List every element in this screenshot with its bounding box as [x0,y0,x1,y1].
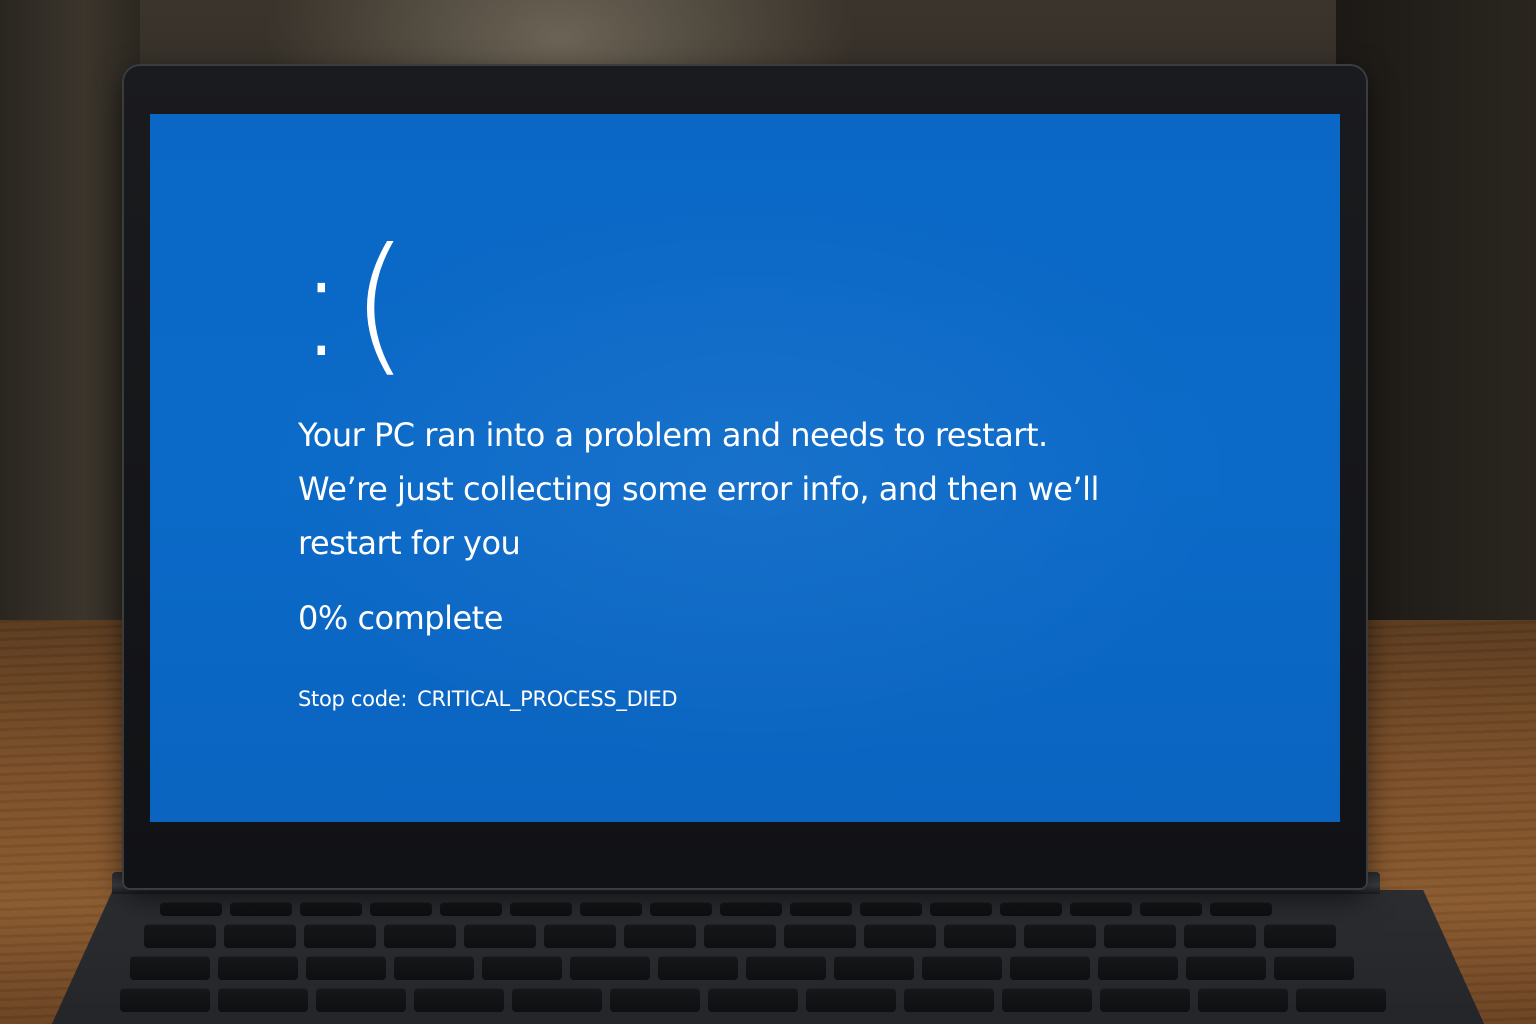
keyboard-key [658,956,738,980]
keyboard-key [544,924,616,948]
keyboard-key [1210,902,1272,916]
keyboard-key [304,924,376,948]
keyboard-key [218,988,308,1012]
keyboard-key [384,924,456,948]
photo-scene: :( Your PC ran into a problem and needs … [0,0,1536,1024]
stop-code-value: CRITICAL_PROCESS_DIED [417,687,678,711]
keyboard-key [570,956,650,980]
keyboard-key [790,902,852,916]
keyboard-key [746,956,826,980]
keyboard-key [610,988,700,1012]
keyboard-key [300,902,362,916]
keyboard-key [1010,956,1090,980]
keyboard-row [160,902,1272,916]
keyboard-key [1104,924,1176,948]
bsod-screen: :( Your PC ran into a problem and needs … [150,114,1340,822]
keyboard-key [482,956,562,980]
keyboard-key [708,988,798,1012]
keyboard-key [1024,924,1096,948]
progress-percent: 0% complete [298,599,503,637]
keyboard-key [306,956,386,980]
keyboard-key [904,988,994,1012]
keyboard-key [512,988,602,1012]
keyboard-key [1098,956,1178,980]
keyboard [120,902,1416,1024]
keyboard-key [1002,988,1092,1012]
keyboard-key [224,924,296,948]
keyboard-key [370,902,432,916]
keyboard-key [650,902,712,916]
keyboard-key [580,902,642,916]
error-message: Your PC ran into a problem and needs to … [298,408,1278,570]
stop-code-label: Stop code: [298,687,408,711]
keyboard-key [864,924,936,948]
keyboard-key [860,902,922,916]
keyboard-key [1140,902,1202,916]
keyboard-key [1296,988,1386,1012]
keyboard-key [218,956,298,980]
keyboard-key [160,902,222,916]
sad-face-emoticon: :( [296,217,414,391]
keyboard-key [414,988,504,1012]
keyboard-key [922,956,1002,980]
keyboard-key [130,956,210,980]
keyboard-key [230,902,292,916]
keyboard-key [784,924,856,948]
keyboard-key [316,988,406,1012]
keyboard-key [464,924,536,948]
keyboard-key [510,902,572,916]
keyboard-row [120,988,1386,1012]
background-wall [0,0,140,650]
keyboard-key [1100,988,1190,1012]
keyboard-key [1070,902,1132,916]
keyboard-key [704,924,776,948]
keyboard-key [1274,956,1354,980]
keyboard-key [1198,988,1288,1012]
keyboard-key [834,956,914,980]
bsod-content: :( Your PC ran into a problem and needs … [296,214,1278,714]
keyboard-key [440,902,502,916]
keyboard-key [144,924,216,948]
keyboard-key [1186,956,1266,980]
keyboard-key [1000,902,1062,916]
keyboard-row [130,956,1354,980]
keyboard-key [120,988,210,1012]
keyboard-key [944,924,1016,948]
keyboard-key [394,956,474,980]
background-wall-right [1336,0,1536,650]
keyboard-row [144,924,1336,948]
stop-code-row: Stop code: CRITICAL_PROCESS_DIED [298,684,1278,714]
keyboard-key [930,902,992,916]
error-message-line: restart for you [298,524,521,562]
keyboard-key [624,924,696,948]
keyboard-key [1264,924,1336,948]
error-message-line: We’re just collecting some error info, a… [298,470,1099,508]
keyboard-key [720,902,782,916]
error-message-line: Your PC ran into a problem and needs to … [298,416,1048,454]
keyboard-key [806,988,896,1012]
keyboard-key [1184,924,1256,948]
